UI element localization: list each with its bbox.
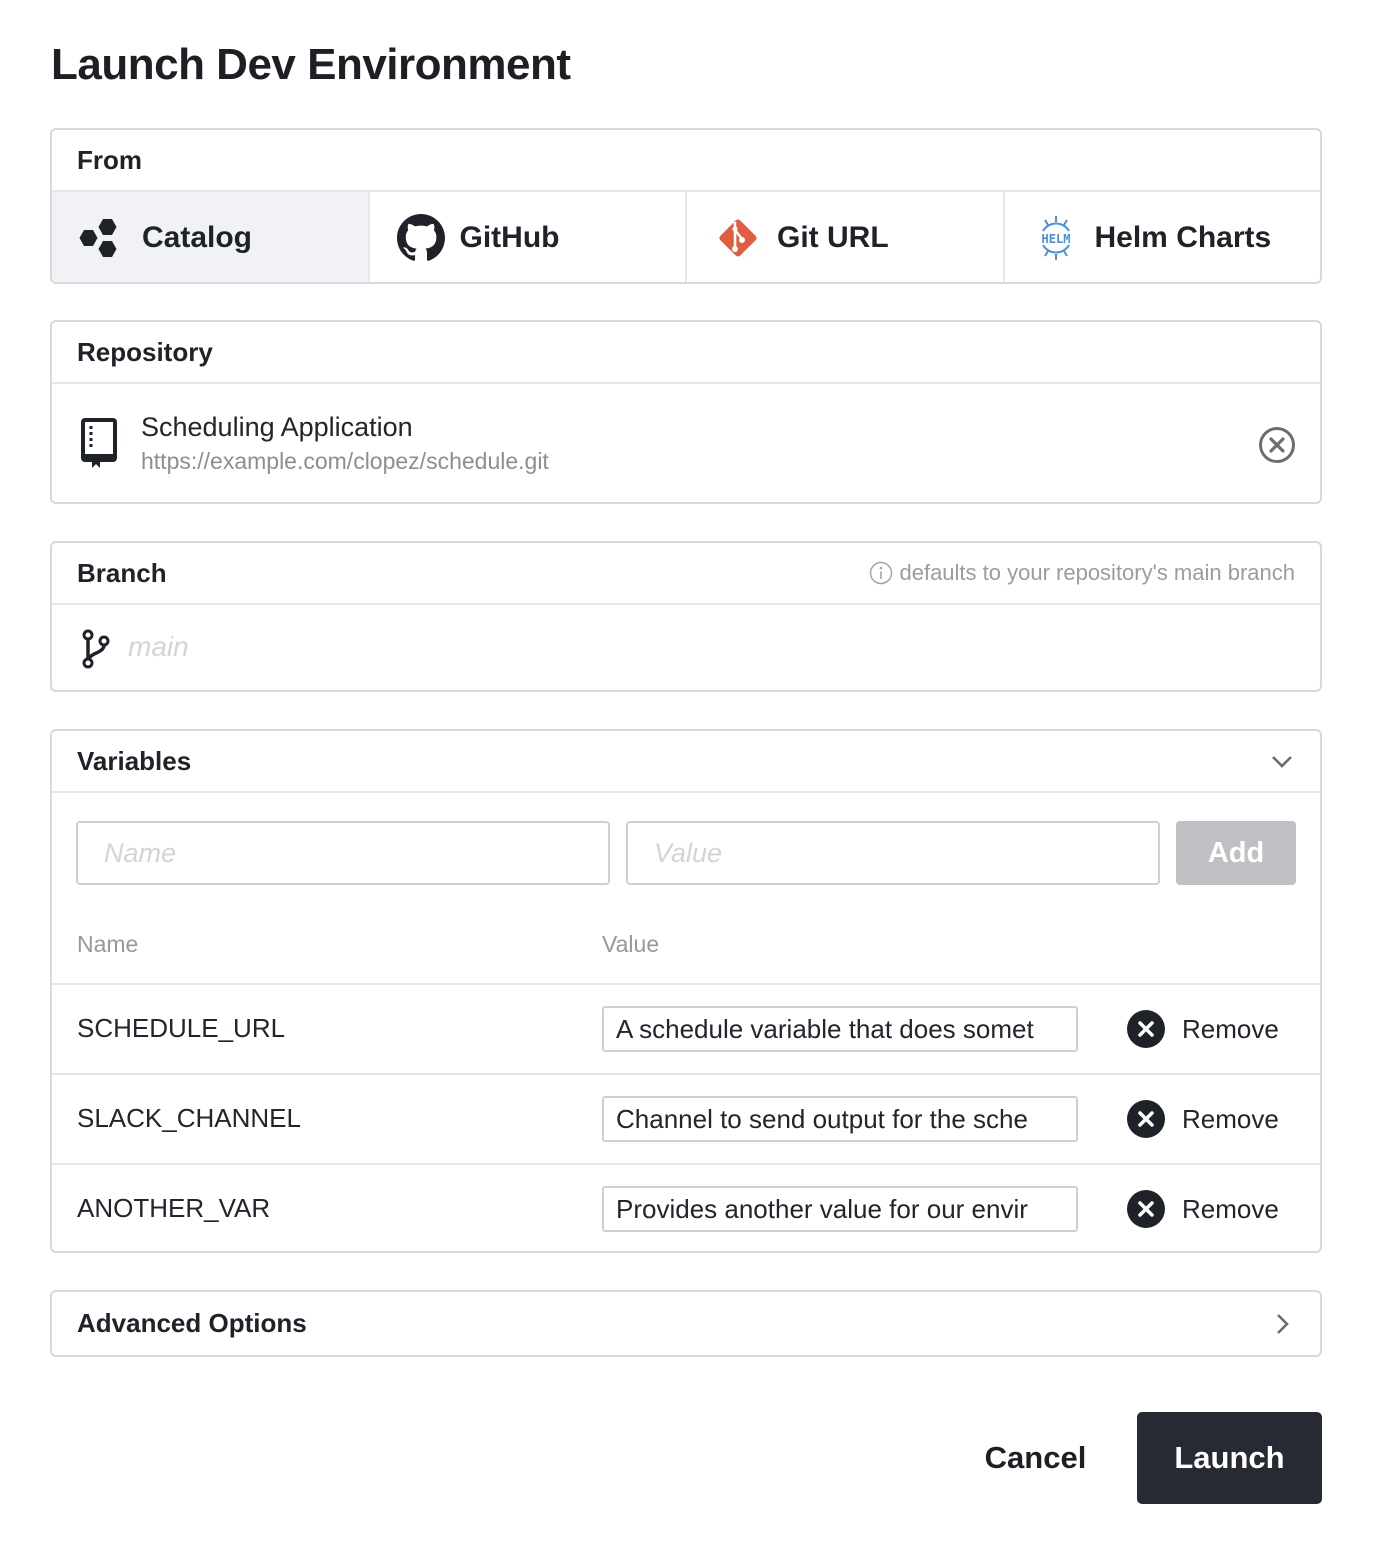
variables-table-header: Name Value — [52, 931, 1320, 981]
chevron-down-icon[interactable] — [1269, 748, 1295, 774]
branch-card: Branch defaults to your repository's mai… — [50, 541, 1322, 692]
repository-header: Repository — [52, 322, 1320, 384]
repo-book-icon — [80, 418, 120, 470]
close-circle-icon — [1126, 1189, 1166, 1229]
source-tabs: Catalog GitHub Git URL HELM Helm Charts — [52, 192, 1321, 282]
branch-label: Branch — [77, 557, 167, 588]
git-branch-icon — [80, 629, 112, 669]
remove-variable-button[interactable]: Remove — [1126, 1009, 1279, 1049]
page-title: Launch Dev Environment — [51, 40, 571, 89]
chevron-right-icon — [1269, 1311, 1295, 1337]
advanced-options-label: Advanced Options — [77, 1308, 307, 1338]
table-row: SLACK_CHANNEL Remove — [52, 1075, 1320, 1165]
variables-label: Variables — [77, 745, 192, 776]
remove-label: Remove — [1182, 1103, 1279, 1134]
remove-variable-button[interactable]: Remove — [1126, 1189, 1279, 1229]
git-icon — [713, 213, 763, 263]
variable-name: SLACK_CHANNEL — [77, 1103, 301, 1133]
variable-value-field[interactable] — [602, 1186, 1078, 1232]
advanced-options-toggle[interactable]: Advanced Options — [50, 1290, 1322, 1357]
branch-header: Branch defaults to your repository's mai… — [52, 543, 1320, 605]
tab-catalog-label: Catalog — [142, 221, 253, 254]
tab-helm-charts-label: Helm Charts — [1094, 221, 1272, 254]
helm-icon-text: HELM — [1041, 232, 1070, 246]
repository-name: Scheduling Application — [141, 412, 413, 442]
variable-value-field[interactable] — [602, 1006, 1078, 1052]
clear-repository-icon[interactable] — [1258, 426, 1296, 464]
tab-github[interactable]: GitHub — [370, 192, 687, 282]
variables-card: Variables Add Name Value SCHEDULE_URL Re… — [50, 729, 1322, 1253]
advanced-options-header: Advanced Options — [52, 1292, 1320, 1355]
column-header-name: Name — [77, 931, 139, 957]
cancel-button[interactable]: Cancel — [968, 1412, 1103, 1504]
add-variable-row: Add — [76, 821, 1296, 885]
variables-header[interactable]: Variables — [52, 731, 1320, 793]
add-variable-button[interactable]: Add — [1176, 821, 1296, 885]
tab-helm-charts[interactable]: HELM Helm Charts — [1005, 192, 1321, 282]
repository-card: Repository Scheduling Application https:… — [50, 320, 1322, 504]
from-label: From — [77, 144, 142, 175]
selected-repository: Scheduling Application https://example.c… — [52, 384, 1320, 502]
variable-name-input[interactable] — [76, 821, 610, 885]
remove-label: Remove — [1182, 1193, 1279, 1224]
variable-value-input[interactable] — [626, 821, 1160, 885]
table-row: SCHEDULE_URL Remove — [52, 985, 1320, 1075]
source-selector-card: From Catalog GitHub Git URL HELM Helm Ch… — [50, 128, 1322, 284]
variable-name: SCHEDULE_URL — [77, 1013, 286, 1043]
catalog-hexagons-icon — [78, 213, 128, 263]
info-icon — [869, 561, 893, 585]
column-header-value: Value — [602, 931, 660, 957]
table-row: ANOTHER_VAR Remove — [52, 1165, 1320, 1251]
tab-github-label: GitHub — [459, 221, 560, 254]
close-circle-icon — [1126, 1099, 1166, 1139]
remove-variable-button[interactable]: Remove — [1126, 1099, 1279, 1139]
close-circle-icon — [1126, 1009, 1166, 1049]
source-selector-header: From — [52, 130, 1320, 192]
variables-table: SCHEDULE_URL Remove SLACK_CHANNEL Remove… — [52, 983, 1320, 1251]
launch-button[interactable]: Launch — [1137, 1412, 1322, 1504]
branch-hint: defaults to your repository's main branc… — [869, 560, 1295, 586]
tab-git-url-label: Git URL — [777, 221, 889, 254]
github-icon — [396, 213, 446, 263]
variable-name: ANOTHER_VAR — [77, 1193, 271, 1223]
repository-label: Repository — [77, 336, 213, 367]
tab-catalog[interactable]: Catalog — [52, 192, 370, 282]
branch-hint-text: defaults to your repository's main branc… — [899, 560, 1295, 585]
remove-label: Remove — [1182, 1013, 1279, 1044]
variable-value-field[interactable] — [602, 1096, 1078, 1142]
helm-icon: HELM — [1031, 213, 1081, 263]
branch-input[interactable] — [128, 619, 1288, 675]
tab-git-url[interactable]: Git URL — [687, 192, 1005, 282]
repository-url: https://example.com/clopez/schedule.git — [141, 448, 549, 474]
